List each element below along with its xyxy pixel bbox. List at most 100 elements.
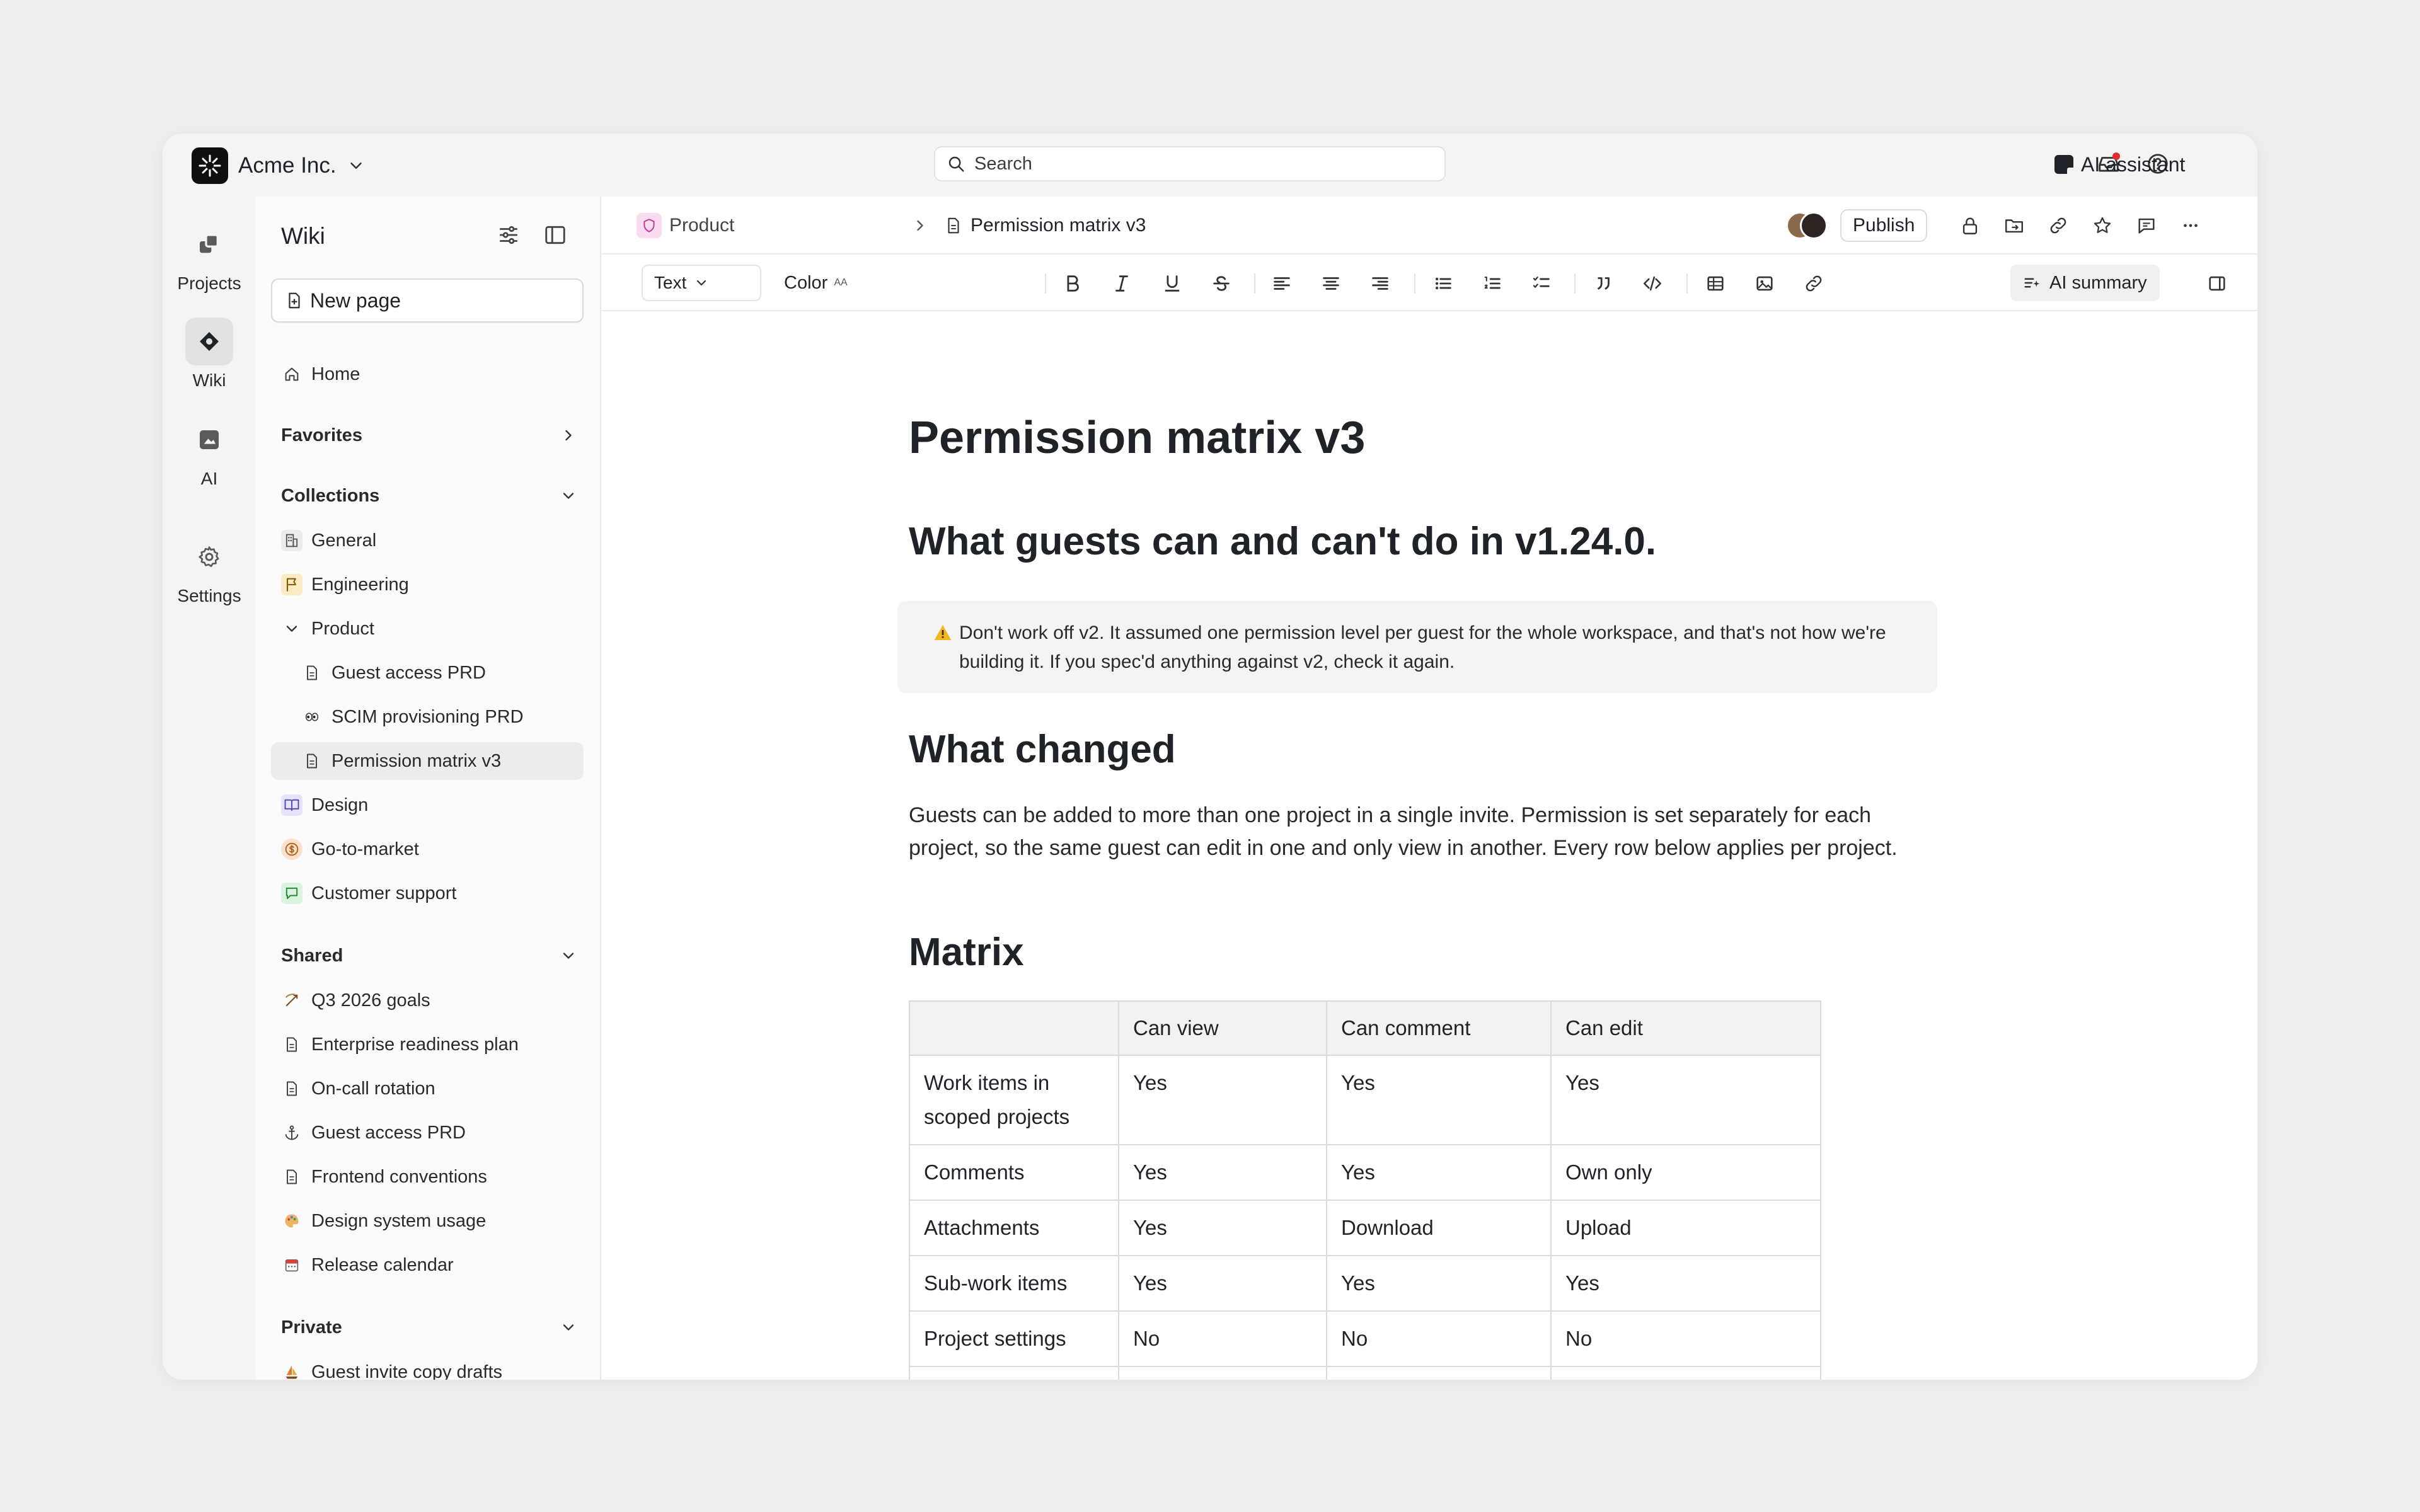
table-cell[interactable]: Comments [909,1144,1119,1201]
align-left-button[interactable] [1267,268,1297,299]
sidebar-item-frontend-conventions[interactable]: Frontend conventions [271,1158,584,1196]
table-cell[interactable]: Own only [1550,1144,1821,1201]
code-button[interactable] [1637,268,1668,299]
section-collections[interactable]: Collections [281,480,577,512]
lock-button[interactable] [1957,213,1983,238]
more-options-button[interactable] [2178,213,2203,238]
numbered-list-button[interactable] [1477,268,1507,299]
table-cell[interactable]: No [1118,1310,1327,1367]
sidebar-item-permission-matrix-v3[interactable]: Permission matrix v3 [271,742,584,780]
table-cell[interactable]: Yes [1326,1144,1552,1201]
sidebar-item-release-calendar[interactable]: Release calendar [271,1246,584,1284]
ai-assistant-button[interactable]: AI assistant [2054,147,2185,181]
table-cell[interactable] [1118,1366,1327,1380]
sidebar-item-design[interactable]: Design [271,786,584,824]
color-button[interactable]: Color AA [784,265,848,301]
sidebar-item-general[interactable]: General [271,522,584,559]
checklist-button[interactable] [1526,268,1557,299]
align-right-button[interactable] [1365,268,1395,299]
search-input[interactable] [973,152,1417,175]
chevron-down-icon[interactable] [281,618,302,639]
strikethrough-button[interactable] [1206,268,1236,299]
rail-wiki[interactable]: Wiki [163,318,256,391]
table-cell[interactable]: Yes [1118,1144,1327,1201]
table-cell[interactable]: Upload [1550,1200,1821,1256]
move-button[interactable] [2002,213,2027,238]
sidebar-toggle-icon[interactable] [543,223,567,247]
sidebar-item-go-to-market[interactable]: Go-to-market [271,830,584,868]
favorite-button[interactable] [2090,213,2115,238]
sidebar-item-customer-support[interactable]: Customer support [271,874,584,912]
table-row [909,1366,1821,1380]
workspace-switcher[interactable]: Acme Inc. [192,147,366,184]
table-cell[interactable]: Attachments [909,1200,1119,1256]
table-cell[interactable] [909,1366,1119,1380]
sidebar-item-design-system-usage[interactable]: Design system usage [271,1202,584,1240]
what-changed-paragraph[interactable]: Guests can be added to more than one pro… [909,799,1942,864]
sidebar-item-enterprise-readiness-plan[interactable]: Enterprise readiness plan [271,1026,584,1063]
sidebar-item-product[interactable]: Product [271,610,584,648]
quote-button[interactable] [1588,268,1618,299]
sidebar-item-on-call-rotation[interactable]: On-call rotation [271,1070,584,1108]
table-cell[interactable]: Download [1326,1200,1552,1256]
table-cell[interactable]: Yes [1118,1055,1327,1145]
document-body[interactable]: Permission matrix v3 What guests can and… [601,311,2257,1380]
table-cell[interactable]: Project settings [909,1310,1119,1367]
filter-icon[interactable] [497,223,521,247]
new-page-button[interactable]: New page [271,278,584,323]
side-panel-toggle-button[interactable] [2202,268,2232,299]
table-cell[interactable]: No [1326,1310,1552,1367]
table-cell[interactable]: Sub-work items [909,1255,1119,1312]
ai-summary-button[interactable]: AI summary [2010,265,2160,301]
warning-callout[interactable]: Don't work off v2. It assumed one permis… [897,601,1937,693]
table-button[interactable] [1700,268,1731,299]
table-cell[interactable]: Yes [1326,1255,1552,1312]
table-header-cell[interactable]: Can edit [1550,1000,1821,1056]
table-cell[interactable] [1326,1366,1552,1380]
table-header-cell[interactable]: Can view [1118,1000,1327,1056]
underline-button[interactable] [1157,268,1187,299]
sidebar-item-engineering[interactable]: Engineering [271,566,584,604]
table-cell[interactable]: Yes [1550,1255,1821,1312]
table-cell[interactable]: Yes [1118,1255,1327,1312]
table-cell[interactable] [1550,1366,1821,1380]
table-cell[interactable]: Yes [1118,1200,1327,1256]
rail-projects[interactable]: Projects [163,220,256,294]
table-cell[interactable]: Yes [1326,1055,1552,1145]
italic-button[interactable] [1107,268,1137,299]
collaborator-avatars[interactable] [1786,212,1828,239]
image-button[interactable] [1749,268,1780,299]
rail-ai[interactable]: AI [163,416,256,489]
text-style-select[interactable]: Text [642,265,761,301]
section-private[interactable]: Private [281,1312,577,1343]
breadcrumb-current[interactable]: Permission matrix v3 [944,212,1146,239]
rail-settings[interactable]: Settings [163,533,256,606]
publish-button[interactable]: Publish [1840,209,1928,242]
table-cell[interactable]: No [1550,1310,1821,1367]
sidebar-item-guest-access-prd[interactable]: Guest access PRD [271,654,584,692]
link-button[interactable] [1799,268,1829,299]
sidebar-item-q3-2026-goals[interactable]: Q3 2026 goals [271,982,584,1019]
table-header-cell[interactable] [909,1000,1119,1056]
comments-button[interactable] [2134,213,2159,238]
heading-what-changed[interactable]: What changed [909,727,1176,772]
breadcrumb-parent[interactable]: Product [637,212,734,239]
align-center-button[interactable] [1316,268,1346,299]
page-title[interactable]: Permission matrix v3 [909,412,1365,464]
section-shared[interactable]: Shared [281,940,577,971]
sidebar-item-guest-access-prd-shared[interactable]: Guest access PRD [271,1114,584,1152]
copy-link-button[interactable] [2046,213,2071,238]
sidebar-item-home[interactable]: Home [271,355,584,393]
color-label: Color [784,272,828,293]
table-header-cell[interactable]: Can comment [1326,1000,1552,1056]
table-cell[interactable]: Yes [1550,1055,1821,1145]
bullet-list-button[interactable] [1428,268,1458,299]
table-cell[interactable]: Work items in scoped projects [909,1055,1119,1145]
sidebar-item-scim-provisioning-prd[interactable]: SCIM provisioning PRD [271,698,584,736]
search-box[interactable] [934,146,1446,181]
heading-matrix[interactable]: Matrix [909,930,1024,975]
heading-guests[interactable]: What guests can and can't do in v1.24.0. [909,519,1656,564]
section-favorites[interactable]: Favorites [281,420,577,451]
bold-button[interactable] [1057,268,1088,299]
sidebar-item-guest-invite-copy-drafts[interactable]: Guest invite copy drafts [271,1353,584,1380]
